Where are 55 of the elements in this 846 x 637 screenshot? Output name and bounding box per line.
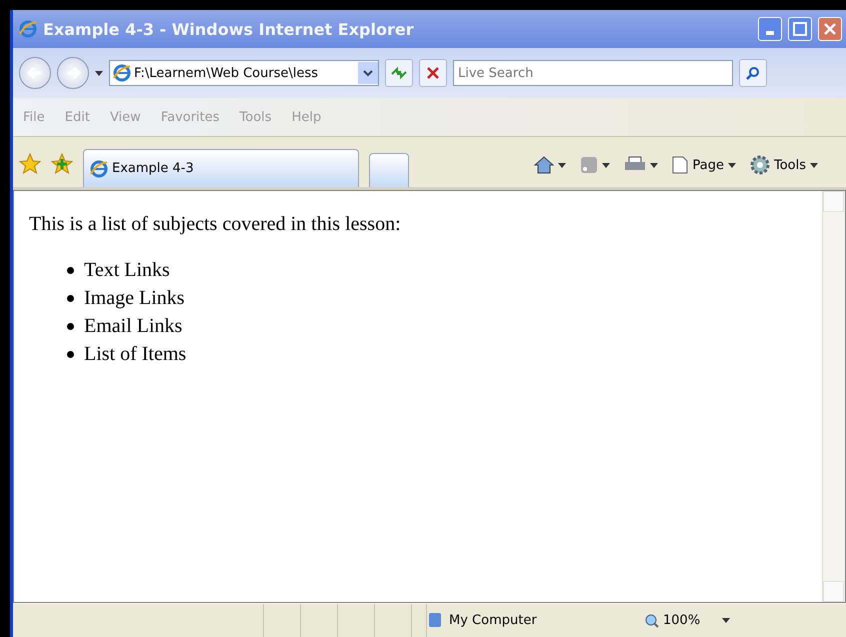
address-field[interactable]: F:\Learnem\Web Course\less: [109, 60, 379, 86]
close-button[interactable]: [818, 17, 842, 41]
back-arrow-icon: [27, 66, 43, 80]
search-field[interactable]: Live Search: [453, 60, 733, 86]
search-button[interactable]: [739, 59, 767, 87]
home-button[interactable]: [534, 156, 566, 174]
caret-icon: [810, 162, 818, 168]
caret-icon: [728, 162, 736, 168]
close-icon: [823, 22, 837, 36]
home-icon: [534, 156, 554, 174]
refresh-icon: [390, 66, 408, 80]
caret-icon: [558, 162, 566, 168]
star-icon: [19, 153, 41, 175]
forward-arrow-icon: [65, 66, 81, 80]
zoom-button[interactable]: 100%: [637, 613, 738, 628]
bullet-icon: [67, 294, 74, 302]
zone-label: My Computer: [449, 613, 537, 628]
list-item: Email Links: [84, 314, 182, 339]
tab[interactable]: Example 4-3: [83, 149, 359, 187]
gear-icon: [750, 155, 770, 175]
page-icon: [672, 156, 688, 174]
bullet-icon: [67, 350, 74, 358]
refresh-button[interactable]: [385, 59, 413, 87]
browser-logo-icon: [19, 20, 37, 38]
caret-icon: [650, 162, 658, 168]
maximize-icon: [793, 22, 807, 36]
browser-logo-icon: [90, 160, 108, 178]
search-icon: [746, 66, 760, 80]
new-tab-button[interactable]: [369, 153, 409, 187]
dropdown-icon: [358, 62, 378, 84]
window-title: Example 4-3 - Windows Internet Explorer: [43, 20, 415, 38]
list-item: Text Links: [84, 258, 170, 283]
feed-icon: [580, 156, 598, 174]
page-button[interactable]: Page: [672, 156, 736, 174]
tools-button[interactable]: Tools: [750, 155, 818, 175]
maximize-button[interactable]: [788, 17, 812, 41]
back-button[interactable]: [19, 57, 51, 89]
feeds-button[interactable]: [580, 156, 610, 174]
list-item: List of Items: [84, 342, 186, 367]
caret-icon: [95, 70, 103, 76]
intro-text: This is a list of subjects covered in this lesson:: [29, 213, 402, 236]
caret-icon: [602, 162, 610, 168]
forward-button[interactable]: [57, 57, 89, 89]
browser-logo-icon: [113, 64, 131, 82]
computer-icon: [427, 612, 443, 630]
stop-icon: [426, 66, 440, 80]
magnifier-icon: [645, 614, 659, 628]
stop-button[interactable]: [419, 59, 447, 87]
list-item: Image Links: [84, 286, 185, 311]
bullet-icon: [67, 266, 74, 274]
minimize-icon: [766, 31, 774, 35]
bullet-icon: [67, 322, 74, 330]
add-favorite-icon: [51, 153, 73, 175]
minimize-button[interactable]: [758, 17, 782, 41]
caret-icon: [722, 618, 730, 623]
